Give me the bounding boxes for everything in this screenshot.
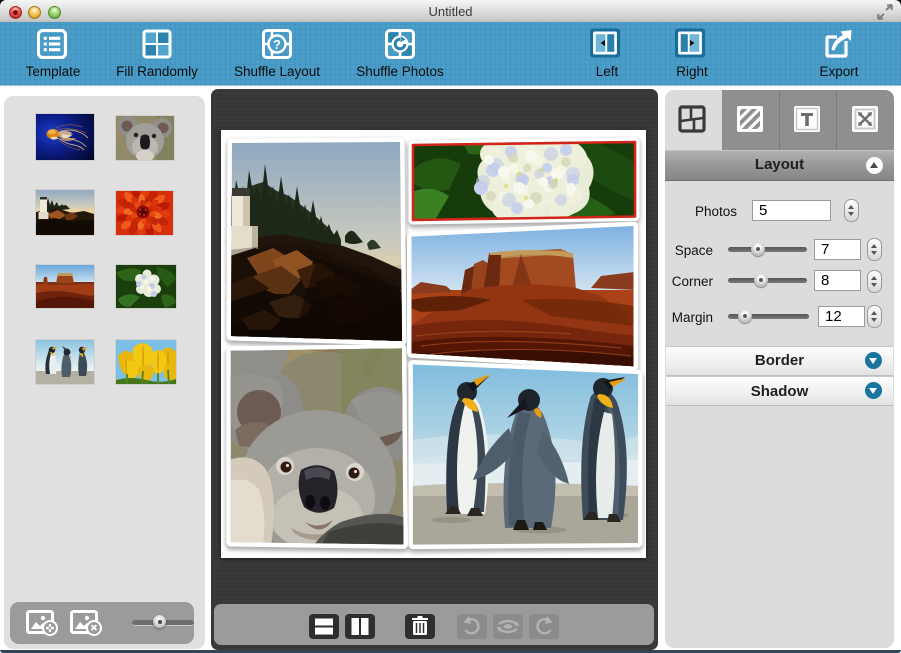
svg-text:?: ? xyxy=(273,37,281,52)
